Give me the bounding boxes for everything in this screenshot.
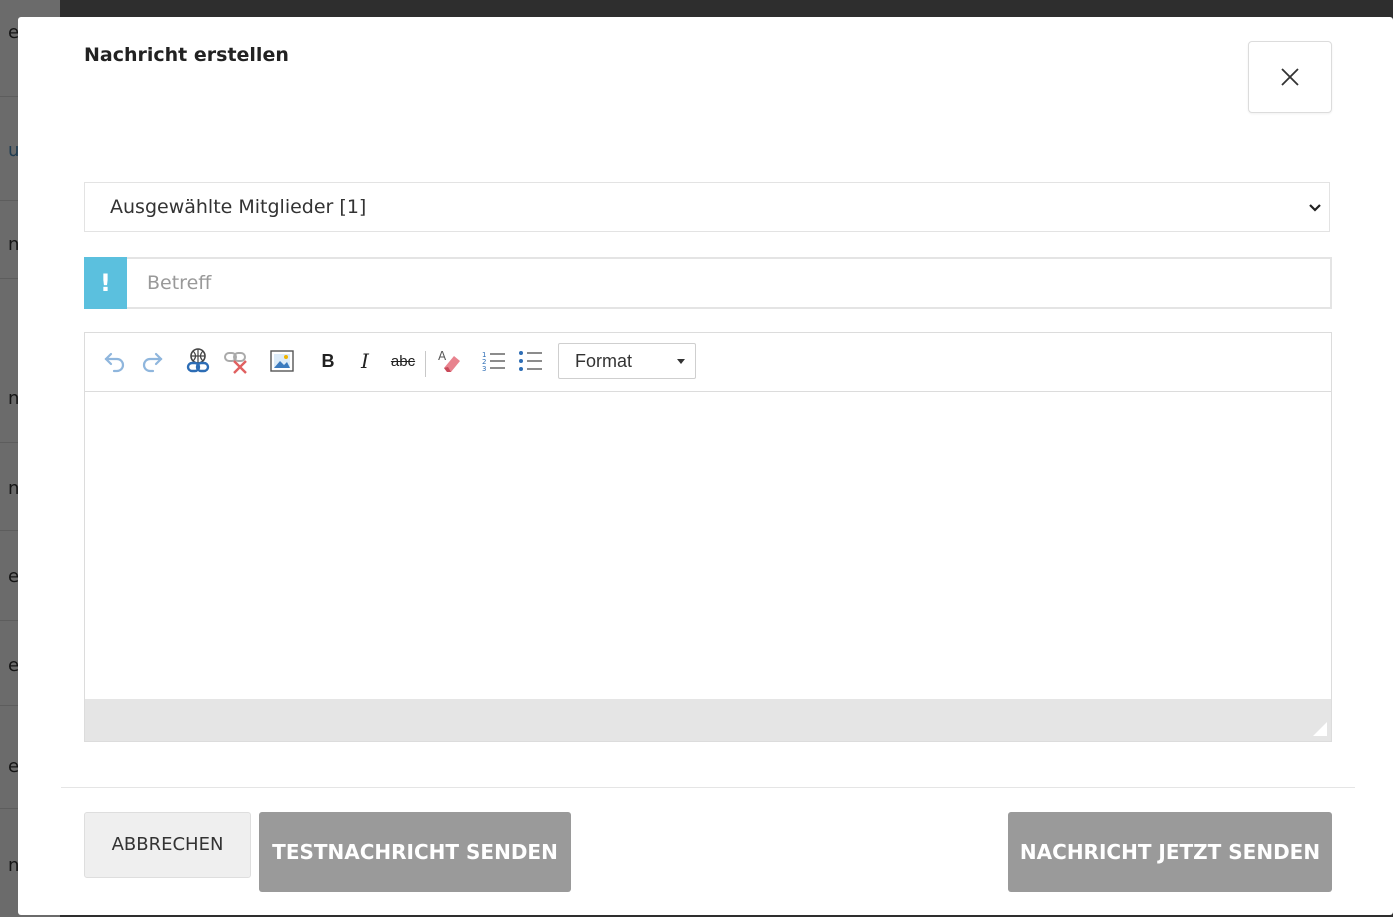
close-icon [1281, 68, 1299, 86]
undo-button[interactable] [100, 346, 130, 376]
bulleted-list-button[interactable] [516, 346, 546, 376]
unlink-icon [224, 352, 247, 374]
rich-text-editor: B I abc A 1 2 3 Format [84, 332, 1332, 742]
close-button[interactable] [1248, 41, 1332, 113]
link-button[interactable] [183, 346, 213, 376]
subject-field: ! [84, 257, 1332, 309]
bulleted-list-icon [519, 351, 542, 371]
send-test-message-button[interactable]: Testnachricht senden [259, 812, 571, 892]
unlink-button[interactable] [221, 346, 251, 376]
recipients-select[interactable]: Ausgewählte Mitglieder [1] [84, 182, 1330, 232]
redo-button[interactable] [137, 346, 167, 376]
undo-icon [104, 352, 125, 373]
subject-input[interactable] [127, 257, 1332, 309]
footer-divider [61, 787, 1355, 788]
recipients-select-value: Ausgewählte Mitglieder [1] [110, 196, 367, 218]
link-icon [186, 348, 210, 373]
dialog-title: Nachricht erstellen [84, 44, 289, 66]
bold-button[interactable]: B [313, 346, 343, 376]
format-dropdown-label: Format [575, 350, 633, 371]
italic-button[interactable]: I [350, 346, 380, 376]
cancel-button[interactable]: Abbrechen [84, 812, 251, 878]
compose-message-dialog: Nachricht erstellen Ausgewählte Mitglied… [18, 17, 1393, 915]
numbered-list-icon: 1 2 3 [482, 351, 505, 373]
remove-format-button[interactable]: A [434, 346, 464, 376]
svg-text:3: 3 [482, 365, 486, 373]
toolbar-separator [425, 351, 426, 377]
numbered-list-button[interactable]: 1 2 3 [479, 346, 509, 376]
editor-status-bar [85, 699, 1331, 741]
required-indicator: ! [84, 257, 127, 309]
svg-text:A: A [438, 349, 447, 363]
redo-icon [142, 352, 163, 373]
strikethrough-button[interactable]: abc [388, 346, 418, 376]
format-dropdown[interactable]: Format [558, 343, 696, 379]
editor-toolbar: B I abc A 1 2 3 Format [85, 333, 1331, 392]
image-button[interactable] [267, 346, 297, 376]
chevron-down-icon [1309, 204, 1321, 212]
resize-handle-icon[interactable] [1313, 722, 1327, 736]
remove-format-icon: A [438, 349, 460, 372]
caret-down-icon [677, 359, 685, 364]
editor-content-area[interactable] [85, 392, 1331, 699]
send-message-now-button[interactable]: Nachricht jetzt senden [1008, 812, 1332, 892]
image-icon [270, 350, 294, 372]
